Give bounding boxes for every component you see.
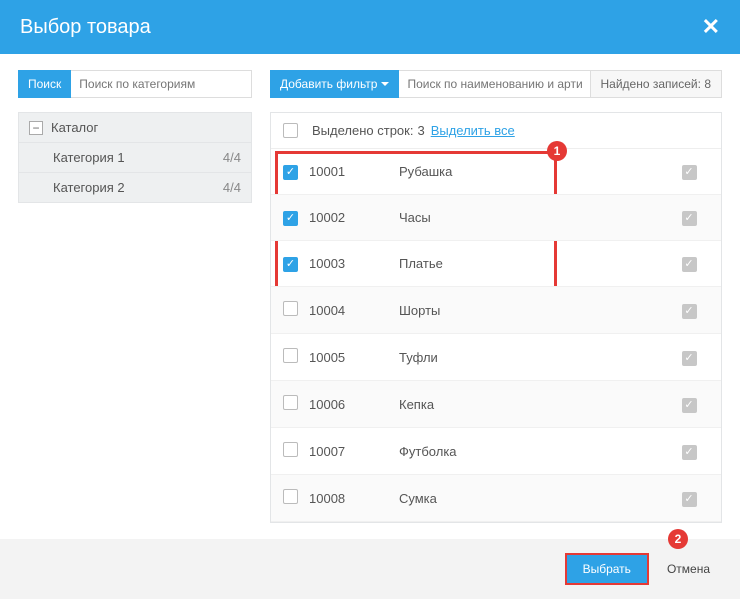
row-checkbox[interactable] bbox=[283, 301, 298, 316]
add-filter-label: Добавить фильтр bbox=[280, 77, 377, 91]
add-filter-button[interactable]: Добавить фильтр bbox=[270, 70, 399, 98]
catalog-root[interactable]: − Каталог bbox=[18, 112, 252, 143]
product-name: Футболка bbox=[399, 444, 669, 459]
sidebar-category[interactable]: Категория 1 4/4 bbox=[18, 143, 252, 173]
row-checkbox[interactable] bbox=[283, 165, 298, 180]
caret-down-icon bbox=[381, 82, 389, 86]
category-label: Категория 1 bbox=[53, 150, 125, 165]
status-check-icon bbox=[682, 257, 697, 272]
table-row[interactable]: 10005Туфли bbox=[271, 334, 721, 381]
selected-count: 3 bbox=[417, 123, 424, 138]
selected-label: Выделено строк: bbox=[312, 123, 413, 138]
status-check-icon bbox=[682, 304, 697, 319]
product-code: 10003 bbox=[309, 256, 399, 271]
product-select-modal: Выбор товара ✕ Поиск − Каталог Категория… bbox=[0, 0, 740, 599]
modal-footer: 2 Выбрать Отмена bbox=[0, 539, 740, 599]
product-code: 10002 bbox=[309, 210, 399, 225]
product-code: 10008 bbox=[309, 491, 399, 506]
status-check-icon bbox=[682, 165, 697, 180]
status-check-icon bbox=[682, 351, 697, 366]
category-label: Категория 2 bbox=[53, 180, 125, 195]
product-name: Рубашка bbox=[399, 164, 669, 179]
product-table: Выделено строк: 3 Выделить все 1 10001Ру… bbox=[270, 112, 722, 523]
modal-header: Выбор товара ✕ bbox=[0, 0, 740, 54]
row-checkbox[interactable] bbox=[283, 442, 298, 457]
status-check-icon bbox=[682, 211, 697, 226]
found-records: Найдено записей: 8 bbox=[591, 70, 722, 98]
product-code: 10007 bbox=[309, 444, 399, 459]
product-code: 10001 bbox=[309, 164, 399, 179]
row-checkbox[interactable] bbox=[283, 348, 298, 363]
product-code: 10004 bbox=[309, 303, 399, 318]
status-check-icon bbox=[682, 398, 697, 413]
row-checkbox[interactable] bbox=[283, 211, 298, 226]
product-name: Шорты bbox=[399, 303, 669, 318]
table-row[interactable]: 10006Кепка bbox=[271, 381, 721, 428]
modal-title: Выбор товара bbox=[20, 16, 151, 39]
search-button[interactable]: Поиск bbox=[18, 70, 71, 98]
product-name: Туфли bbox=[399, 350, 669, 365]
sidebar: Поиск − Каталог Категория 14/4Категория … bbox=[18, 70, 252, 523]
catalog-root-label: Каталог bbox=[51, 120, 98, 135]
table-row[interactable]: 10004Шорты bbox=[271, 287, 721, 334]
annotation-badge-2: 2 bbox=[668, 529, 688, 549]
product-search-input[interactable] bbox=[399, 70, 590, 98]
table-row[interactable]: 10001Рубашка bbox=[271, 149, 721, 195]
select-all-checkbox[interactable] bbox=[283, 123, 298, 138]
category-search-input[interactable] bbox=[71, 70, 252, 98]
close-icon[interactable]: ✕ bbox=[702, 14, 720, 40]
select-all-link[interactable]: Выделить все bbox=[431, 123, 515, 138]
row-checkbox[interactable] bbox=[283, 257, 298, 272]
row-checkbox[interactable] bbox=[283, 489, 298, 504]
status-check-icon bbox=[682, 492, 697, 507]
table-row[interactable]: 10007Футболка bbox=[271, 428, 721, 475]
selection-summary-row: Выделено строк: 3 Выделить все bbox=[271, 113, 721, 149]
cancel-button[interactable]: Отмена bbox=[659, 553, 718, 585]
product-code: 10005 bbox=[309, 350, 399, 365]
main-panel: Добавить фильтр Найдено записей: 8 Выдел… bbox=[270, 70, 722, 523]
product-name: Кепка bbox=[399, 397, 669, 412]
table-row[interactable]: 10003Платье bbox=[271, 241, 721, 287]
product-code: 10006 bbox=[309, 397, 399, 412]
select-button[interactable]: Выбрать bbox=[565, 553, 649, 585]
category-count: 4/4 bbox=[223, 150, 241, 165]
table-row[interactable]: 10008Сумка bbox=[271, 475, 721, 522]
row-checkbox[interactable] bbox=[283, 395, 298, 410]
product-name: Сумка bbox=[399, 491, 669, 506]
status-check-icon bbox=[682, 445, 697, 460]
sidebar-category[interactable]: Категория 2 4/4 bbox=[18, 173, 252, 203]
product-name: Платье bbox=[399, 256, 669, 271]
product-name: Часы bbox=[399, 210, 669, 225]
collapse-icon[interactable]: − bbox=[29, 121, 43, 135]
category-count: 4/4 bbox=[223, 180, 241, 195]
table-row[interactable]: 10002Часы bbox=[271, 195, 721, 241]
